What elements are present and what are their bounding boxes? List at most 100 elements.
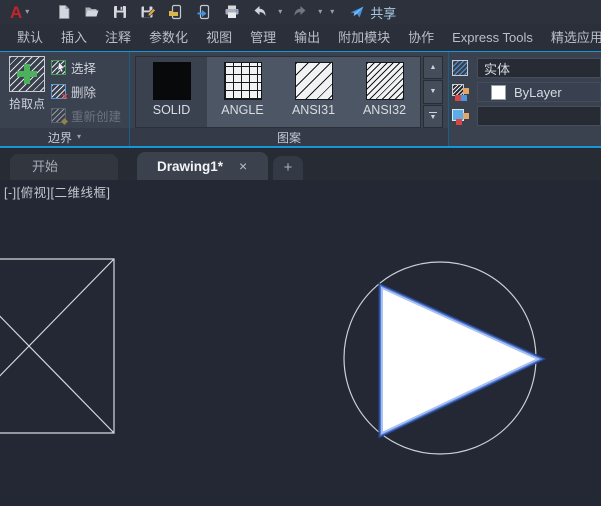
application-menu-button[interactable]: A ▾ [6,4,33,21]
pick-points-button[interactable]: 拾取点 [3,55,51,112]
chevron-down-icon: ▾ [25,8,29,16]
tab-insert[interactable]: 插入 [52,24,96,51]
pattern-item-angle[interactable]: ANGLE [207,57,278,127]
gallery-scroll-up-button[interactable]: ▲ [423,56,443,79]
autocad-logo-icon: A [10,4,22,21]
background-color-dropdown[interactable] [477,106,601,126]
undo-button[interactable] [249,1,271,23]
solid-pattern-swatch [153,62,191,100]
red-swatch-part [456,119,462,125]
drawing-tab-label: Drawing1* [157,159,223,174]
chevron-down-icon: ▾ [330,8,334,16]
tab-annotate[interactable]: 注释 [96,24,140,51]
file-tab-drawing1[interactable]: Drawing1* × [137,152,268,180]
hatch-type-value: 实体 [484,59,510,78]
tab-featured-apps[interactable]: 精选应用 [542,24,601,51]
undo-arrow-icon [252,4,268,20]
tab-collaborate[interactable]: 协作 [399,24,443,51]
hatch-color-dropdown[interactable]: ByLayer [477,82,601,102]
select-boundary-button[interactable]: 选择 [51,58,96,76]
plus-icon: + [284,159,293,176]
pattern-item-ansi32[interactable]: ANSI32 [349,57,420,127]
drawing-area[interactable]: [-][俯视][二维线框] [0,180,601,506]
chevron-down-icon: ▾ [318,8,322,16]
properties-panel: 实体 ByLayer [449,52,601,146]
hatch-color-icon [452,84,468,100]
hatch-type-dropdown[interactable]: 实体 [477,58,601,78]
printer-icon [224,4,240,20]
new-button[interactable] [53,1,75,23]
save-to-web-mobile-button[interactable] [193,1,215,23]
pattern-item-ansi31[interactable]: ANSI31 [278,57,349,127]
tab-view[interactable]: 视图 [197,24,241,51]
device-folder-icon [168,4,184,20]
tab-addins[interactable]: 附加模块 [329,24,399,51]
rectangle-diagonal-2[interactable] [0,259,114,433]
hatch-color-value: ByLayer [514,85,562,100]
chevron-down-icon: ▾ [77,133,81,141]
remove-boundary-icon: × [51,84,66,99]
pattern-panel-footer[interactable]: 图案 [130,128,448,146]
rectangle-diagonal-1[interactable] [0,259,114,433]
tab-parametric[interactable]: 参数化 [140,24,197,51]
undo-dropdown-button[interactable]: ▾ [275,1,285,23]
tab-default[interactable]: 默认 [8,24,52,51]
file-tab-start[interactable]: 开始 [10,154,118,180]
pattern-panel-title: 图案 [277,129,301,146]
qat-customize-button[interactable]: ▾ [327,1,337,23]
orange-swatch-part [463,88,469,94]
tab-manage[interactable]: 管理 [241,24,285,51]
pencil-icon [61,117,68,124]
hatch-type-row [452,58,468,78]
file-tab-bar: 开始 Drawing1* × + [0,149,601,180]
open-folder-icon [84,4,100,20]
background-color-icon [452,108,468,124]
angle-pattern-swatch [224,62,262,100]
pattern-item-label: ANSI31 [278,103,349,117]
title-bar: A ▾ [0,0,601,24]
redo-button[interactable] [289,1,311,23]
device-arrow-icon [196,4,212,20]
pattern-gallery: SOLID ANGLE ANSI31 ANSI32 [135,56,421,128]
gallery-expand-button[interactable]: ▼ [423,105,443,128]
hatch-triangle-solid-fill[interactable] [382,288,538,433]
save-as-button[interactable] [137,1,159,23]
expand-chevron-icon: ▼ [430,114,437,121]
gallery-scroll-down-button[interactable]: ▼ [423,80,443,103]
blue-swatch-part [461,95,467,101]
close-tab-button[interactable]: × [239,159,247,173]
open-from-web-mobile-button[interactable] [165,1,187,23]
scroll-up-icon: ▲ [430,64,437,71]
expand-bar-icon [429,112,437,113]
orange-swatch-part [463,113,469,119]
close-icon: × [239,158,247,174]
ansi31-pattern-swatch [295,62,333,100]
new-drawing-tab-button[interactable]: + [273,156,303,180]
select-boundary-label: 选择 [71,58,96,77]
share-button[interactable]: 共享 [349,3,396,22]
hatch-type-icon [452,60,468,76]
red-x-icon: × [62,91,68,103]
pattern-panel: SOLID ANGLE ANSI31 ANSI32 ▲ [130,52,449,146]
gallery-scrollbar: ▲ ▼ ▼ [423,56,443,128]
save-as-icon [140,4,156,20]
ribbon-tab-bar: 默认 插入 注释 参数化 视图 管理 输出 附加模块 协作 Express To… [0,24,601,51]
model-space-geometry [0,180,601,506]
open-button[interactable] [81,1,103,23]
chevron-down-icon: ▾ [278,8,282,16]
pattern-item-label: ANGLE [207,103,278,117]
plot-button[interactable] [221,1,243,23]
boundaries-panel-footer[interactable]: 边界 ▾ [0,128,129,146]
start-tab-label: 开始 [32,159,58,174]
remove-boundary-button[interactable]: × 删除 [51,82,96,100]
pattern-item-solid[interactable]: SOLID [136,57,207,127]
tab-express-tools[interactable]: Express Tools [443,24,542,51]
color-swatch [491,85,506,100]
share-label: 共享 [370,3,396,22]
redo-dropdown-button[interactable]: ▾ [315,1,325,23]
tab-output[interactable]: 输出 [285,24,329,51]
boundary-rectangle[interactable] [0,259,114,433]
save-button[interactable] [109,1,131,23]
hatch-color-row [452,82,468,102]
ansi32-pattern-swatch [366,62,404,100]
